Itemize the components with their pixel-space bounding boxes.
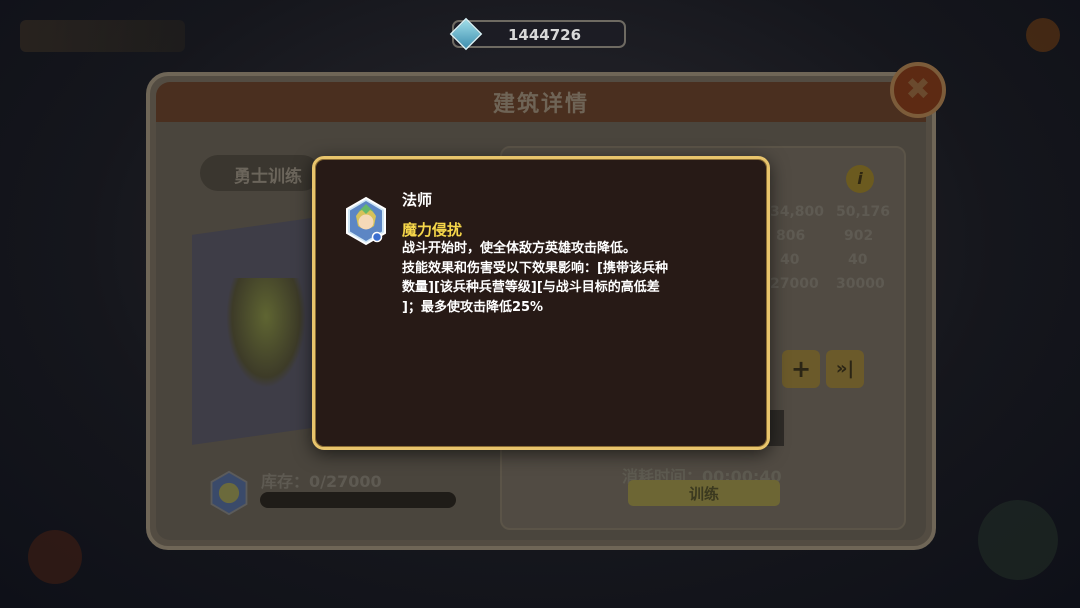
close-icon: ✖ (905, 72, 931, 107)
stock-label: 库存：0/27000 (261, 472, 382, 491)
player-info-banner (20, 20, 185, 52)
stat-next-4: 30000 (836, 276, 885, 292)
max-button[interactable]: »| (826, 350, 864, 388)
unit-name: 法师 (402, 191, 433, 209)
mage-avatar-icon (346, 196, 386, 246)
side-menu-button[interactable] (28, 530, 82, 584)
skill-description: 战斗开始时，使全体敌方英雄攻击降低。 技能效果和伤害受以下效果影响：[携带该兵种… (402, 241, 668, 315)
add-button[interactable]: + (782, 350, 820, 388)
stat-next-2: 902 (844, 228, 874, 244)
train-button-label: 训练 (688, 485, 719, 503)
stat-next-3: 40 (848, 252, 868, 268)
info-icon[interactable]: i (846, 165, 874, 193)
top-right-icon (1026, 18, 1060, 52)
crystal-icon (449, 17, 483, 51)
training-tab-label: 勇士训练 (234, 167, 302, 187)
stat-current-1: 34,800 (770, 204, 825, 220)
resource-bar: 1444726 (449, 17, 626, 51)
skill-name: 魔力侵扰 (402, 221, 463, 239)
stat-next-1: 50,176 (836, 204, 891, 220)
stat-current-2: 806 (776, 228, 806, 244)
close-button[interactable]: ✖ (890, 62, 946, 118)
panel-title: 建筑详情 (492, 92, 589, 117)
stat-current-4: 27000 (770, 276, 819, 292)
stat-current-3: 40 (780, 252, 800, 268)
stock-unit-avatar (210, 470, 248, 516)
side-action-button[interactable] (978, 500, 1058, 580)
mage-unit-figure (226, 278, 306, 388)
train-button[interactable]: 训练 (628, 480, 780, 506)
stock-progress-bar (260, 492, 456, 508)
resource-value: 1444726 (508, 26, 582, 44)
